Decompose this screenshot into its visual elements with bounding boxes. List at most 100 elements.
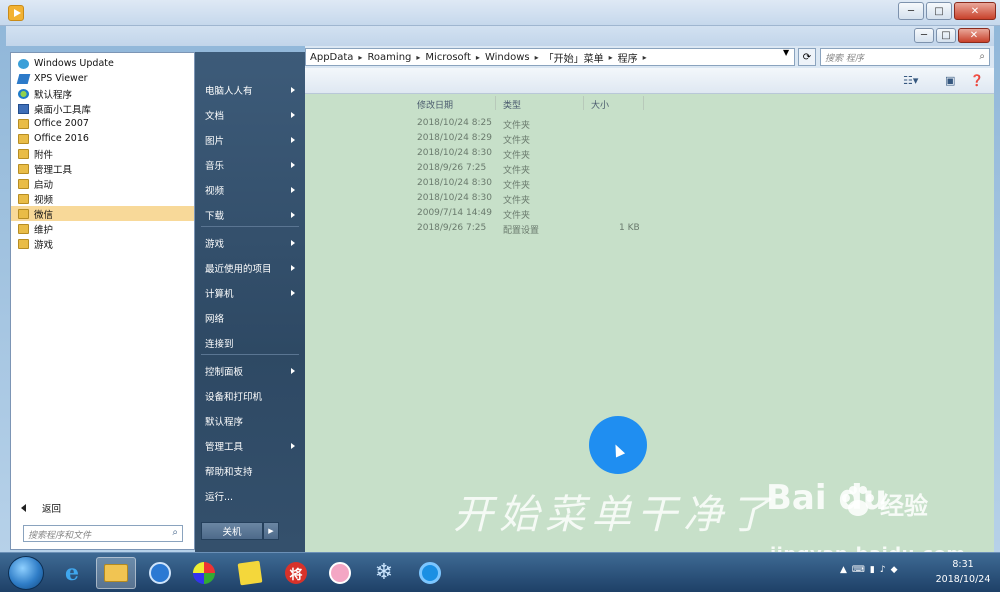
back-button[interactable]: 返回 — [21, 501, 61, 515]
clock[interactable]: 8:31 2018/10/24 — [930, 557, 996, 587]
breadcrumb-separator-icon[interactable]: ▸ — [358, 53, 362, 62]
outer-window-titlebar: ─ □ ✕ — [0, 0, 1000, 26]
places-item[interactable]: 管理工具 — [195, 435, 305, 457]
volume-icon[interactable]: ♪ — [880, 565, 886, 575]
shutdown-button[interactable]: 关机 — [201, 522, 263, 540]
places-item[interactable]: 连接到 — [195, 332, 305, 354]
places-item[interactable]: 默认程序 — [195, 410, 305, 432]
breadcrumb-separator-icon[interactable]: ▸ — [535, 53, 539, 62]
taskbar-qq-browser[interactable] — [410, 557, 450, 589]
close-button[interactable]: ✕ — [954, 2, 996, 20]
breadcrumb-item[interactable]: 「开始」菜单 — [544, 50, 604, 65]
breadcrumb-separator-icon[interactable]: ▸ — [416, 53, 420, 62]
taskbar-pink-app[interactable] — [320, 557, 360, 589]
places-item[interactable]: 最近使用的项目 — [195, 257, 305, 279]
taskbar-chess[interactable]: 将 — [276, 557, 316, 589]
tray-expand-icon[interactable]: ▲ — [840, 565, 847, 575]
places-item[interactable]: 设备和打印机 — [195, 385, 305, 407]
explorer-maximize-button[interactable]: □ — [936, 28, 956, 43]
table-row[interactable]: 2018/10/24 8:30 文件夹 — [305, 178, 994, 193]
submenu-arrow-icon — [291, 368, 295, 374]
column-divider[interactable] — [583, 96, 584, 110]
program-item[interactable]: 游戏 — [11, 236, 194, 251]
column-divider[interactable] — [495, 96, 496, 110]
program-item[interactable]: 桌面小工具库 — [11, 101, 194, 116]
places-item[interactable]: 帮助和支持 — [195, 460, 305, 482]
search-input[interactable]: 搜索 程序 ⌕ — [820, 48, 990, 66]
cell-date: 2009/7/14 14:49 — [417, 208, 492, 218]
table-row[interactable]: 2018/10/24 8:29 文件夹 — [305, 133, 994, 148]
tray-app-icon[interactable]: ◆ — [891, 565, 898, 575]
program-item[interactable]: 附件 — [11, 146, 194, 161]
taskbar-paint[interactable] — [184, 557, 224, 589]
places-item[interactable]: 电脑人人有 — [195, 79, 305, 101]
places-item[interactable]: 文档 — [195, 104, 305, 126]
places-item[interactable]: 音乐 — [195, 154, 305, 176]
maximize-button[interactable]: □ — [926, 2, 952, 20]
column-date[interactable]: 修改日期 — [417, 98, 453, 111]
program-item[interactable]: 管理工具 — [11, 161, 194, 176]
help-icon[interactable]: ❓ — [970, 74, 984, 87]
minimize-button[interactable]: ─ — [898, 2, 924, 20]
cell-date: 2018/10/24 8:30 — [417, 193, 492, 203]
explorer-minimize-button[interactable]: ─ — [914, 28, 934, 43]
refresh-button[interactable]: ⟳ — [798, 48, 816, 66]
program-item[interactable]: Office 2016 — [11, 131, 194, 146]
table-row[interactable]: 2018/10/24 8:30 文件夹 — [305, 148, 994, 163]
folder-icon — [18, 133, 29, 144]
network-icon[interactable]: ▮ — [870, 565, 875, 575]
breadcrumb-item[interactable]: Microsoft — [425, 52, 471, 63]
places-item[interactable]: 游戏 — [195, 232, 305, 254]
cell-type: 配置设置 — [503, 226, 540, 236]
breadcrumb-separator-icon[interactable]: ▸ — [609, 53, 613, 62]
program-item[interactable]: 默认程序 — [11, 86, 194, 101]
cell-type: 文件夹 — [503, 121, 531, 131]
breadcrumb-item[interactable]: Roaming — [367, 52, 411, 63]
program-item[interactable]: Office 2007 — [11, 116, 194, 131]
table-row[interactable]: 2018/10/24 8:30 文件夹 — [305, 193, 994, 208]
column-size[interactable]: 大小 — [591, 98, 609, 111]
places-item[interactable]: 运行... — [195, 485, 305, 507]
start-button[interactable] — [8, 556, 44, 590]
breadcrumb-separator-icon[interactable]: ▸ — [476, 53, 480, 62]
taskbar-explorer[interactable] — [96, 557, 136, 589]
taskbar-sticky-notes[interactable] — [230, 557, 270, 589]
places-item[interactable]: 图片 — [195, 129, 305, 151]
preview-pane-icon[interactable]: ▣ — [945, 74, 959, 87]
breadcrumb-item[interactable]: Windows — [485, 52, 530, 63]
shutdown-options-button[interactable]: ▶ — [263, 522, 279, 540]
places-item[interactable]: 控制面板 — [195, 360, 305, 382]
back-label: 返回 — [42, 504, 62, 515]
breadcrumb-item[interactable]: 程序 — [618, 50, 638, 65]
program-item[interactable]: 视频 — [11, 191, 194, 206]
input-method-icon[interactable]: ⌨ — [852, 565, 865, 575]
player-app-icon[interactable] — [8, 5, 24, 21]
gadget-icon — [18, 103, 29, 114]
program-item[interactable]: Windows Update — [11, 56, 194, 71]
table-row[interactable]: 2009/7/14 14:49 文件夹 — [305, 208, 994, 223]
places-item[interactable]: 计算机 — [195, 282, 305, 304]
taskbar-app-blue[interactable] — [140, 557, 180, 589]
table-row[interactable]: 2018/9/26 7:25 文件夹 — [305, 163, 994, 178]
program-item[interactable]: XPS Viewer — [11, 71, 194, 86]
places-item[interactable]: 下载 — [195, 204, 305, 226]
program-label: 桌面小工具库 — [34, 104, 92, 116]
table-row[interactable]: 2018/9/26 7:25 配置设置 1 KB — [305, 223, 994, 238]
taskbar-snowflake-app[interactable]: ❄ — [364, 557, 404, 589]
explorer-close-button[interactable]: ✕ — [958, 28, 990, 43]
breadcrumb-separator-icon[interactable]: ▸ — [643, 53, 647, 62]
program-item[interactable]: 微信 — [11, 206, 194, 221]
start-search-input[interactable]: 搜索程序和文件 ⌕ — [23, 525, 183, 542]
places-item[interactable]: 网络 — [195, 307, 305, 329]
address-dropdown-icon[interactable]: ▼ — [783, 48, 789, 57]
address-bar[interactable]: AppData ▸ Roaming ▸ Microsoft ▸ Windows ▸ 「开始」菜单… — [305, 48, 795, 66]
program-item[interactable]: 维护 — [11, 221, 194, 236]
view-options-icon[interactable]: ☷▾ — [903, 74, 918, 87]
table-row[interactable]: 2018/10/24 8:25 文件夹 — [305, 118, 994, 133]
column-type[interactable]: 类型 — [503, 98, 521, 111]
column-divider[interactable] — [643, 96, 644, 110]
program-item[interactable]: 启动 — [11, 176, 194, 191]
places-item[interactable]: 视频 — [195, 179, 305, 201]
breadcrumb-item[interactable]: AppData — [310, 52, 353, 63]
taskbar-ie[interactable]: e — [52, 557, 92, 589]
